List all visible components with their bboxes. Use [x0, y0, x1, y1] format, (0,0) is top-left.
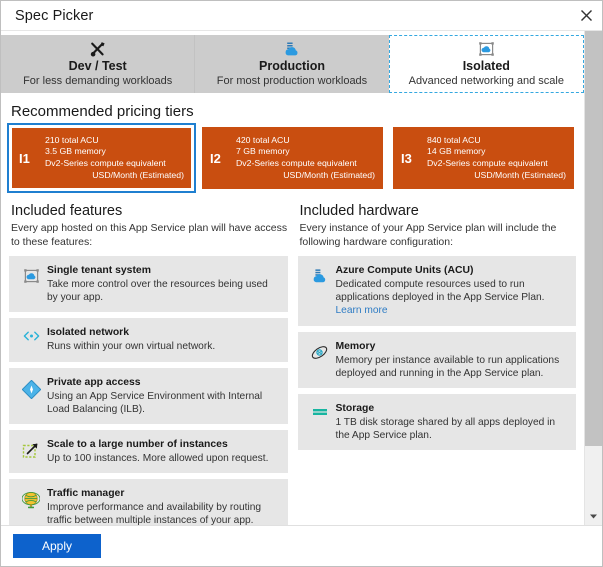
tab-sublabel: For less demanding workloads [23, 75, 173, 87]
tier-memory: 3.5 GB memory [45, 146, 106, 157]
title-bar: Spec Picker [1, 1, 602, 31]
feature-desc: Using an App Service Environment with In… [47, 390, 263, 415]
window-body: Dev / Test For less demanding workloads … [1, 31, 602, 525]
feature-title: Private app access [47, 376, 141, 388]
scroll-content: Dev / Test For less demanding workloads … [1, 31, 584, 525]
vertical-scrollbar[interactable] [584, 31, 602, 525]
scroll-down-arrow-icon[interactable] [585, 508, 602, 525]
hardware-desc: 1 TB disk storage shared by all apps dep… [335, 417, 556, 442]
hardware-item-storage: Storage 1 TB disk storage shared by all … [297, 394, 576, 451]
feature-desc: Up to 100 instances. More allowed upon r… [47, 453, 269, 465]
feature-item-single-tenant: Single tenant system Take more control o… [9, 256, 288, 313]
traffic-manager-icon [15, 487, 47, 525]
tab-sublabel: For most production workloads [216, 75, 368, 87]
hardware-text: Storage 1 TB disk storage shared by all … [336, 402, 569, 442]
hardware-desc: Memory per instance available to run app… [335, 354, 560, 379]
scrollbar-track[interactable] [585, 446, 602, 508]
hardware-title-item: Memory [335, 340, 376, 352]
hardware-item-memory: Memory Memory per instance available to … [297, 331, 576, 389]
feature-item-traffic-manager: Traffic manager Improve performance and … [9, 479, 288, 525]
tab-production[interactable]: Production For most production workloads [194, 35, 389, 93]
feature-text: Private app access Using an App Service … [47, 376, 280, 416]
apply-button[interactable]: Apply [13, 534, 101, 558]
tier-code: I3 [401, 150, 412, 166]
included-hardware-column: Included hardware Every instance of your… [297, 203, 576, 525]
hardware-title-item: Azure Compute Units (ACU) [335, 265, 474, 276]
pricing-tier-card-i1[interactable]: I1 210 total ACU 3.5 GB memory Dv2-Serie… [7, 123, 196, 193]
tier-code: I1 [19, 150, 30, 166]
pricing-tier-row: I1 210 total ACU 3.5 GB memory Dv2-Serie… [1, 123, 584, 193]
isolated-network-icon [15, 326, 47, 353]
tier-acu: 420 total ACU [236, 134, 290, 145]
pricing-tier-card-i3[interactable]: I3 840 total ACU 14 GB memory Dv2-Series… [393, 127, 574, 189]
feature-text: Single tenant system Take more control o… [47, 264, 280, 304]
tier-acu: 840 total ACU [427, 134, 481, 145]
scrollbar-thumb[interactable] [585, 31, 602, 446]
features-title: Included features [11, 203, 123, 219]
feature-title: Traffic manager [47, 488, 125, 500]
hardware-text: Memory Memory per instance available to … [336, 340, 569, 380]
tier-code: I2 [210, 150, 221, 166]
pricing-tier-card-i2[interactable]: I2 420 total ACU 7 GB memory Dv2-Series … [202, 127, 383, 189]
compute-units-icon [304, 264, 336, 318]
tier-details: 210 total ACU 3.5 GB memory Dv2-Series c… [45, 135, 186, 181]
pricing-heading: Recommended pricing tiers [11, 103, 194, 120]
included-features-column: Included features Every app hosted on th… [9, 203, 288, 525]
tier-details: 420 total ACU 7 GB memory Dv2-Series com… [236, 135, 377, 181]
memory-icon [304, 340, 336, 380]
isolated-cloud-icon [478, 40, 495, 57]
hardware-title: Included hardware [299, 203, 419, 219]
scale-out-icon [15, 438, 47, 465]
tier-acu: 210 total ACU [45, 134, 99, 145]
feature-text: Isolated network Runs within your own vi… [47, 326, 280, 353]
single-tenant-icon [15, 264, 47, 304]
hardware-desc-text: Dedicated compute resources used to run … [335, 279, 545, 304]
storage-icon [304, 402, 336, 442]
feature-desc: Improve performance and availability by … [47, 502, 262, 525]
feature-item-scale-out: Scale to a large number of instances Up … [9, 430, 288, 474]
database-cloud-icon [283, 40, 300, 57]
tab-sublabel: Advanced networking and scale [408, 75, 564, 87]
tab-label: Dev / Test [68, 59, 127, 73]
tab-isolated[interactable]: Isolated Advanced networking and scale [388, 35, 584, 93]
tier-compute: Dv2-Series compute equivalent [236, 158, 357, 168]
close-glyph [581, 9, 592, 21]
tier-price: USD/Month (Estimated) [283, 169, 375, 180]
features-subtitle: Every app hosted on this App Service pla… [11, 222, 288, 248]
feature-text: Scale to a large number of instances Up … [47, 438, 280, 465]
private-access-icon [15, 376, 47, 416]
feature-desc: Take more control over the resources bei… [47, 279, 268, 304]
plan-category-tabs: Dev / Test For less demanding workloads … [1, 35, 584, 93]
tier-memory: 14 GB memory [427, 146, 486, 157]
tier-memory: 7 GB memory [236, 146, 290, 157]
tools-icon [89, 40, 106, 57]
tier-details: 840 total ACU 14 GB memory Dv2-Series co… [427, 135, 568, 181]
feature-desc: Runs within your own virtual network. [47, 341, 216, 353]
feature-title: Single tenant system [47, 265, 151, 276]
hardware-text: Azure Compute Units (ACU) Dedicated comp… [336, 264, 569, 318]
tab-label: Isolated [462, 59, 510, 73]
hardware-item-acu: Azure Compute Units (ACU) Dedicated comp… [297, 256, 576, 326]
learn-more-link[interactable]: Learn more [336, 305, 388, 316]
feature-title: Isolated network [47, 327, 129, 339]
tier-price: USD/Month (Estimated) [474, 169, 566, 180]
tab-label: Production [259, 59, 325, 73]
page-title: Spec Picker [15, 7, 94, 24]
hardware-desc: Dedicated compute resources used to run … [336, 278, 569, 318]
feature-item-private-access: Private app access Using an App Service … [9, 367, 288, 425]
tab-dev-test[interactable]: Dev / Test For less demanding workloads [1, 35, 195, 93]
chevron-down-icon [590, 514, 597, 519]
tier-compute: Dv2-Series compute equivalent [45, 158, 166, 168]
hardware-title-item: Storage [335, 403, 375, 415]
close-icon[interactable] [571, 1, 602, 29]
spec-picker-window: Spec Picker Dev / Test For less demandin… [0, 0, 603, 567]
dialog-footer: Apply [1, 525, 602, 566]
feature-text: Traffic manager Improve performance and … [47, 487, 280, 525]
hardware-subtitle: Every instance of your App Service plan … [299, 222, 557, 248]
feature-item-isolated-network: Isolated network Runs within your own vi… [9, 318, 288, 362]
details-columns: Included features Every app hosted on th… [1, 189, 584, 525]
feature-title: Scale to a large number of instances [47, 439, 228, 451]
tier-compute: Dv2-Series compute equivalent [427, 158, 548, 168]
tier-price: USD/Month (Estimated) [92, 169, 184, 180]
